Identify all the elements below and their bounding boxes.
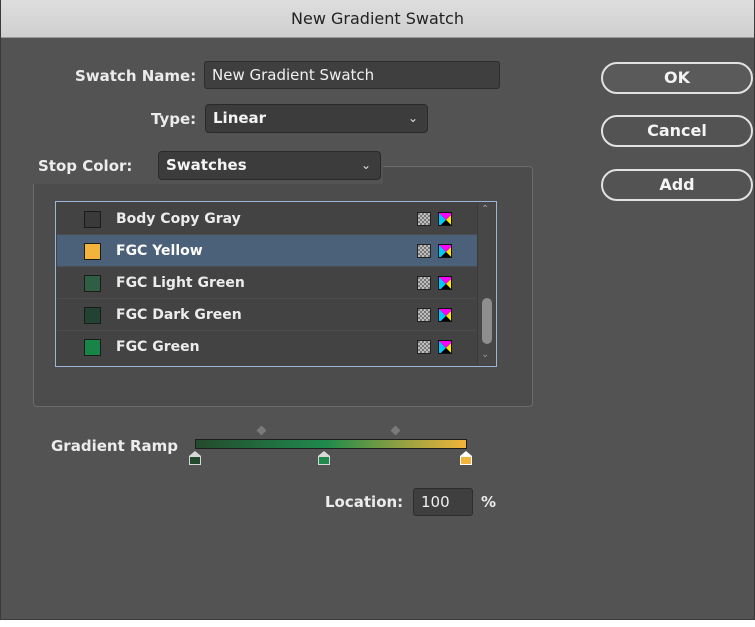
stop-color-label: Stop Color: [38,157,133,175]
percent-unit: % [481,493,497,511]
yellow-stop-icon[interactable] [460,451,472,465]
cancel-button[interactable]: Cancel [601,115,753,147]
location-field[interactable]: 100 [413,488,473,516]
cmyk-icon [438,308,452,322]
cmyk-icon [438,212,452,226]
stop-color-select-value: Swatches [166,156,247,174]
swatch-color-chip [84,275,101,292]
pattern-swatch-icon [417,276,431,290]
swatch-color-chip [84,243,101,260]
swatch-name-label: Swatch Name: [75,67,197,85]
swatch-color-chip [84,211,101,228]
swatch-row-fgc-yellow[interactable]: FGC Yellow [57,235,477,267]
stop-color-select[interactable]: Swatches ⌄ [158,151,381,180]
swatch-row-body-copy-gray[interactable]: Body Copy Gray [57,203,477,235]
cmyk-icon [438,340,452,354]
chevron-down-icon: ⌄ [407,111,418,125]
green-stop-icon[interactable] [318,451,330,465]
swatch-name: FGC Light Green [116,275,245,291]
dark-green-stop-icon[interactable] [189,451,201,465]
swatches-list[interactable]: Body Copy Gray FGC Yellow FGC Light Gree… [55,201,497,367]
type-select[interactable]: Linear ⌄ [205,104,428,133]
gradient-ramp-label: Gradient Ramp [51,437,178,455]
swatch-name: FGC Yellow [116,243,203,259]
scroll-up-icon[interactable]: ⌃ [481,204,489,215]
swatch-row-fgc-dark-green[interactable]: FGC Dark Green [57,299,477,331]
midpoint-diamond-icon[interactable] [256,425,267,436]
cmyk-icon [438,276,452,290]
scroll-down-icon[interactable]: ⌄ [481,349,489,360]
dialog-title: New Gradient Swatch [1,0,754,38]
ok-button[interactable]: OK [601,62,753,94]
scrollbar-thumb[interactable] [482,298,492,344]
pattern-swatch-icon [417,212,431,226]
midpoint-diamond-icon[interactable] [390,425,401,436]
swatches-scrollbar[interactable]: ⌃ ⌄ [477,203,495,365]
new-gradient-swatch-dialog: New Gradient Swatch Swatch Name: New Gra… [0,0,755,620]
type-select-value: Linear [213,109,267,127]
pattern-swatch-icon [417,308,431,322]
swatch-row-fgc-light-green[interactable]: FGC Light Green [57,267,477,299]
swatch-name-field[interactable]: New Gradient Swatch [204,61,500,89]
type-label: Type: [151,110,197,128]
swatch-row-fgc-green[interactable]: FGC Green [57,331,477,363]
swatch-name: FGC Green [116,339,200,355]
location-label: Location: [325,493,404,511]
add-button[interactable]: Add [601,169,753,201]
gradient-ramp-bar[interactable] [195,439,467,449]
pattern-swatch-icon [417,244,431,258]
chevron-down-icon: ⌄ [360,158,371,172]
swatch-color-chip [84,307,101,324]
pattern-swatch-icon [417,340,431,354]
swatch-name: Body Copy Gray [116,211,241,227]
cmyk-icon [438,244,452,258]
swatch-name: FGC Dark Green [116,307,242,323]
swatch-color-chip [84,339,101,356]
